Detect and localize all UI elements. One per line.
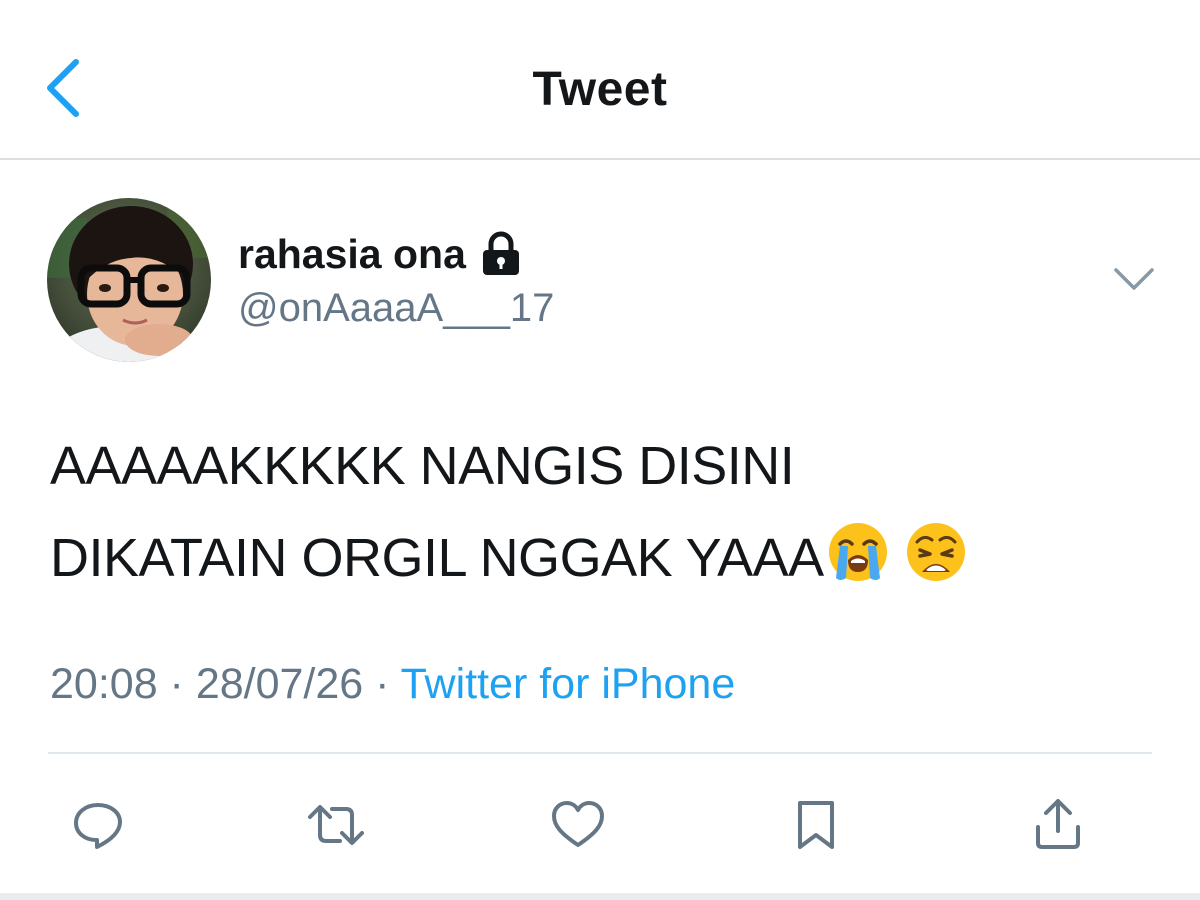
loudly-crying-face-emoji (826, 520, 890, 612)
retweet-icon (308, 805, 364, 845)
avatar-image (47, 198, 211, 362)
chevron-down-icon (1114, 268, 1154, 290)
lock-icon (480, 231, 522, 277)
like-button[interactable] (548, 795, 608, 855)
navigation-header: Tweet (0, 0, 1200, 160)
tweet-text-line-1: AAAAAKKKKK NANGIS DISINI (50, 436, 795, 496)
tweet-meta: 20:08 · 28/07/26 · Twitter for iPhone (50, 660, 735, 709)
tweet-date: 28/07/26 (195, 660, 364, 708)
tweet-source-link[interactable]: Twitter for iPhone (401, 660, 736, 708)
tweet-text-line-2-text: DIKATAIN ORGIL NGGAK YAAA (50, 528, 824, 588)
retweet-button[interactable] (306, 795, 366, 855)
avatar[interactable] (47, 198, 211, 362)
author-handle[interactable]: @onAaaaA___17 (238, 286, 554, 331)
bookmark-icon (798, 801, 834, 849)
action-bar (0, 795, 1200, 859)
like-icon (552, 801, 604, 847)
share-button[interactable] (1028, 795, 1088, 855)
weary-face-emoji (904, 520, 968, 612)
tweet-text: AAAAAKKKKK NANGIS DISINI DIKATAIN ORGIL … (50, 420, 1150, 612)
page-title: Tweet (532, 63, 668, 116)
bottom-separator (0, 893, 1200, 900)
display-name[interactable]: rahasia ona (238, 231, 466, 278)
meta-separator: · (157, 660, 196, 708)
bookmark-button[interactable] (786, 795, 846, 855)
divider (48, 752, 1152, 754)
author-name-row[interactable]: rahasia ona (238, 226, 522, 282)
reply-button[interactable] (68, 795, 128, 855)
tweet-text-line-2: DIKATAIN ORGIL NGGAK YAAA (50, 512, 1150, 612)
share-icon (1036, 799, 1080, 849)
tweet-detail-screen: Tweet rahasia ona @onAaaaA___17 AAAAAKKK… (0, 0, 1200, 900)
tweet-menu-button[interactable] (1112, 262, 1156, 296)
tweet-time: 20:08 (50, 660, 158, 708)
reply-icon (74, 803, 122, 849)
meta-separator-2: · (363, 660, 401, 708)
